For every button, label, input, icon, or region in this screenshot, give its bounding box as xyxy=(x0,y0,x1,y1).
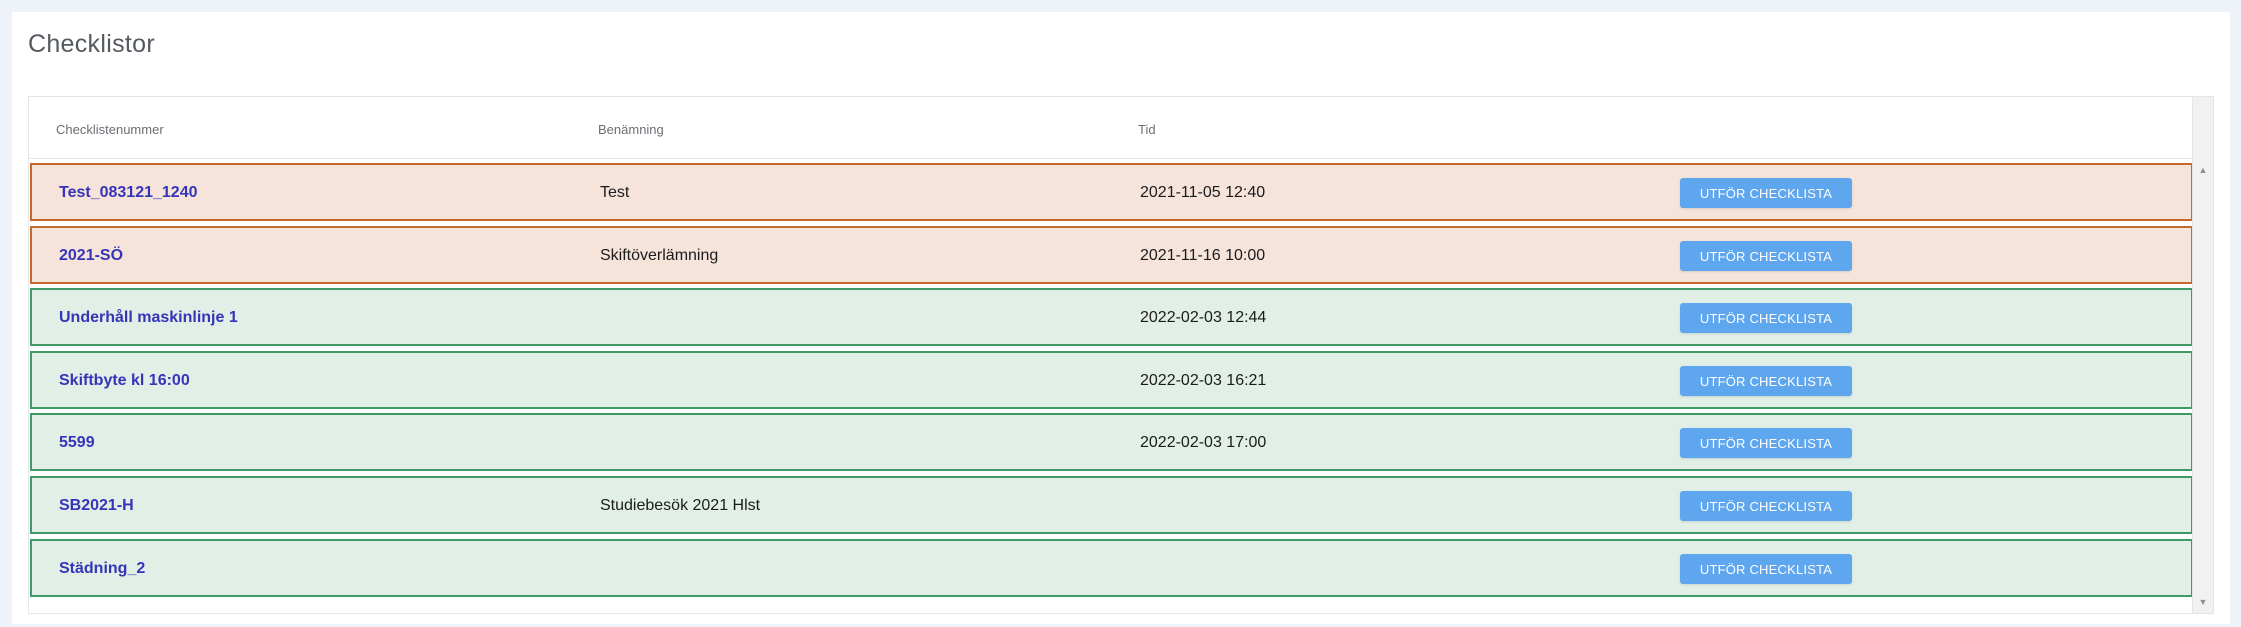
table-row[interactable]: Test_083121_1240 Test 2021-11-05 12:40 U… xyxy=(30,163,2193,221)
checklist-time: 2022-02-03 17:00 xyxy=(1140,434,1267,451)
checklist-number-link[interactable]: SB2021-H xyxy=(59,497,134,515)
checklist-name: Studiebesök 2021 Hlst xyxy=(600,497,761,514)
column-header-number[interactable]: Checklistenummer xyxy=(56,122,164,137)
run-checklist-button[interactable]: UTFÖR CHECKLISTA xyxy=(1680,428,1852,458)
vertical-scrollbar[interactable]: ▲ ▼ xyxy=(2192,97,2213,613)
table-row[interactable]: Skiftbyte kl 16:00 2022-02-03 16:21 UTFÖ… xyxy=(30,351,2193,409)
run-checklist-button[interactable]: UTFÖR CHECKLISTA xyxy=(1680,366,1852,396)
checklists-card: Checklistor Checklistenummer Benämning T… xyxy=(12,12,2230,624)
table-row[interactable]: SB2021-H Studiebesök 2021 Hlst UTFÖR CHE… xyxy=(30,476,2193,534)
table-row[interactable]: Städning_2 UTFÖR CHECKLISTA xyxy=(30,539,2193,597)
triangle-up-icon[interactable]: ▲ xyxy=(2193,161,2213,179)
checklist-number-link[interactable]: Städning_2 xyxy=(59,560,145,578)
column-header-time[interactable]: Tid xyxy=(1138,122,1156,137)
table-row[interactable]: Underhåll maskinlinje 1 2022-02-03 12:44… xyxy=(30,288,2193,346)
run-checklist-button[interactable]: UTFÖR CHECKLISTA xyxy=(1680,491,1852,521)
checklist-number-link[interactable]: 2021-SÖ xyxy=(59,247,123,265)
run-checklist-button[interactable]: UTFÖR CHECKLISTA xyxy=(1680,241,1852,271)
checklist-name: Test xyxy=(600,184,630,201)
page-title: Checklistor xyxy=(28,30,155,58)
run-checklist-button[interactable]: UTFÖR CHECKLISTA xyxy=(1680,178,1852,208)
checklist-number-link[interactable]: 5599 xyxy=(59,434,95,452)
column-header-name[interactable]: Benämning xyxy=(598,122,664,137)
table-row[interactable]: 2021-SÖ Skiftöverlämning 2021-11-16 10:0… xyxy=(30,226,2193,284)
scrollbar-thumb[interactable] xyxy=(2196,181,2209,589)
checklist-time: 2022-02-03 12:44 xyxy=(1140,309,1267,326)
table-row[interactable]: 5599 2022-02-03 17:00 UTFÖR CHECKLISTA xyxy=(30,413,2193,471)
checklist-time: 2021-11-05 12:40 xyxy=(1140,184,1266,201)
table-header: Checklistenummer Benämning Tid xyxy=(29,97,2193,159)
checklists-table: Checklistenummer Benämning Tid Test_0831… xyxy=(28,96,2214,614)
checklist-number-link[interactable]: Skiftbyte kl 16:00 xyxy=(59,372,190,390)
run-checklist-button[interactable]: UTFÖR CHECKLISTA xyxy=(1680,303,1852,333)
checklist-time: 2022-02-03 16:21 xyxy=(1140,372,1267,389)
triangle-down-icon[interactable]: ▼ xyxy=(2193,593,2213,611)
checklist-time: 2021-11-16 10:00 xyxy=(1140,247,1266,264)
checklist-name: Skiftöverlämning xyxy=(600,247,719,264)
run-checklist-button[interactable]: UTFÖR CHECKLISTA xyxy=(1680,554,1852,584)
checklist-number-link[interactable]: Test_083121_1240 xyxy=(59,184,198,202)
checklist-number-link[interactable]: Underhåll maskinlinje 1 xyxy=(59,309,238,327)
